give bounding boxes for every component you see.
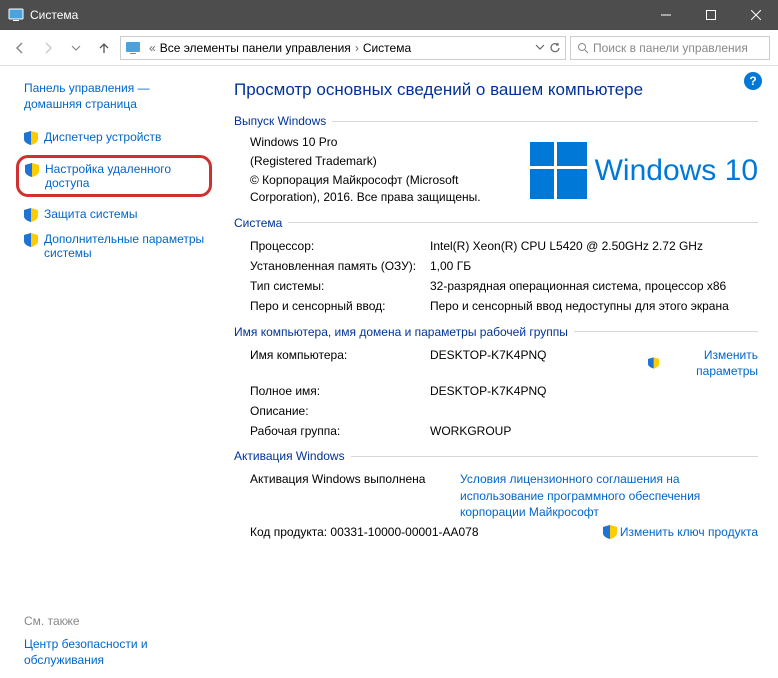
shield-icon [24, 131, 38, 145]
control-panel-home-link[interactable]: Панель управления — домашняя страница [24, 80, 208, 112]
breadcrumb-parent[interactable]: Все элементы панели управления [160, 41, 351, 55]
toolbar: « Все элементы панели управления › Систе… [0, 30, 778, 66]
edition-name: Windows 10 Pro [250, 134, 518, 150]
group-system: Система Процессор:Intel(R) Xeon(R) CPU L… [234, 216, 758, 317]
sidebar-item-label: Дополнительные параметры системы [44, 232, 208, 260]
refresh-icon[interactable] [549, 42, 561, 54]
search-icon [577, 42, 589, 54]
search-placeholder: Поиск в панели управления [593, 41, 748, 55]
chevron-right-icon: › [355, 41, 359, 55]
edition-copyright: © Корпорация Майкрософт (Microsoft Corpo… [250, 172, 518, 204]
row-ram: Установленная память (ОЗУ):1,00 ГБ [234, 256, 758, 276]
sidebar-item-label: Защита системы [44, 207, 137, 221]
license-terms-link[interactable]: Условия лицензионного соглашения на испо… [460, 471, 758, 520]
sidebar-item-system-protection[interactable]: Защита системы [24, 207, 208, 222]
row-description: Описание: [234, 401, 758, 421]
breadcrumb[interactable]: « Все элементы панели управления › Систе… [120, 36, 566, 60]
sidebar: Панель управления — домашняя страница Ди… [0, 66, 220, 678]
change-product-key-link[interactable]: Изменить ключ продукта [603, 524, 758, 540]
group-title: Имя компьютера, имя домена и параметры р… [234, 325, 568, 339]
row-activation-status: Активация Windows выполнена Условия лице… [234, 469, 758, 522]
row-full-name: Полное имя:DESKTOP-K7K4PNQ [234, 381, 758, 401]
group-activation: Активация Windows Активация Windows выпо… [234, 449, 758, 545]
row-system-type: Тип системы:32-разрядная операционная си… [234, 276, 758, 296]
minimize-button[interactable] [643, 0, 688, 30]
page-heading: Просмотр основных сведений о вашем компь… [234, 80, 758, 100]
windows-10-logo: Windows 10 [530, 134, 758, 208]
system-icon [8, 7, 24, 23]
content: ? Просмотр основных сведений о вашем ком… [220, 66, 778, 678]
search-input[interactable]: Поиск в панели управления [570, 36, 770, 60]
row-product-key: Код продукта: 00331-10000-00001-AA078 Из… [234, 522, 758, 545]
maximize-button[interactable] [688, 0, 733, 30]
shield-icon [603, 525, 617, 539]
sidebar-item-remote-settings[interactable]: Настройка удаленного доступа [16, 155, 212, 197]
back-button[interactable] [8, 36, 32, 60]
system-icon [125, 40, 141, 56]
row-processor: Процессор:Intel(R) Xeon(R) CPU L5420 @ 2… [234, 236, 758, 256]
breadcrumb-prefix: « [149, 41, 156, 55]
group-title: Выпуск Windows [234, 114, 326, 128]
group-computer: Имя компьютера, имя домена и параметры р… [234, 325, 758, 442]
close-button[interactable] [733, 0, 778, 30]
sidebar-item-advanced-settings[interactable]: Дополнительные параметры системы [24, 232, 208, 260]
window-title: Система [30, 8, 643, 22]
row-computer-name: Имя компьютера: DESKTOP-K7K4PNQ Изменить… [234, 345, 758, 381]
shield-icon [24, 208, 38, 222]
forward-button[interactable] [36, 36, 60, 60]
row-pen-touch: Перо и сенсорный ввод:Перо и сенсорный в… [234, 296, 758, 316]
titlebar: Система [0, 0, 778, 30]
shield-icon [648, 356, 659, 370]
sidebar-item-device-manager[interactable]: Диспетчер устройств [24, 130, 208, 145]
change-settings-link[interactable]: Изменить параметры [648, 347, 758, 379]
chevron-down-icon[interactable] [535, 42, 545, 52]
group-title: Система [234, 216, 282, 230]
see-also-link[interactable]: Центр безопасности и обслуживания [24, 636, 208, 668]
up-button[interactable] [92, 36, 116, 60]
shield-icon [25, 163, 39, 177]
recent-button[interactable] [64, 36, 88, 60]
sidebar-item-label: Настройка удаленного доступа [45, 162, 203, 190]
group-title: Активация Windows [234, 449, 345, 463]
help-icon[interactable]: ? [744, 72, 762, 90]
see-also-heading: См. также [24, 614, 208, 628]
breadcrumb-current[interactable]: Система [363, 41, 411, 55]
shield-icon [24, 233, 38, 247]
sidebar-item-label: Диспетчер устройств [44, 130, 161, 144]
group-edition: Выпуск Windows Windows 10 Pro (Registere… [234, 114, 758, 208]
logo-text: Windows 10 [595, 154, 758, 188]
edition-trademark: (Registered Trademark) [250, 153, 518, 169]
row-workgroup: Рабочая группа:WORKGROUP [234, 421, 758, 441]
